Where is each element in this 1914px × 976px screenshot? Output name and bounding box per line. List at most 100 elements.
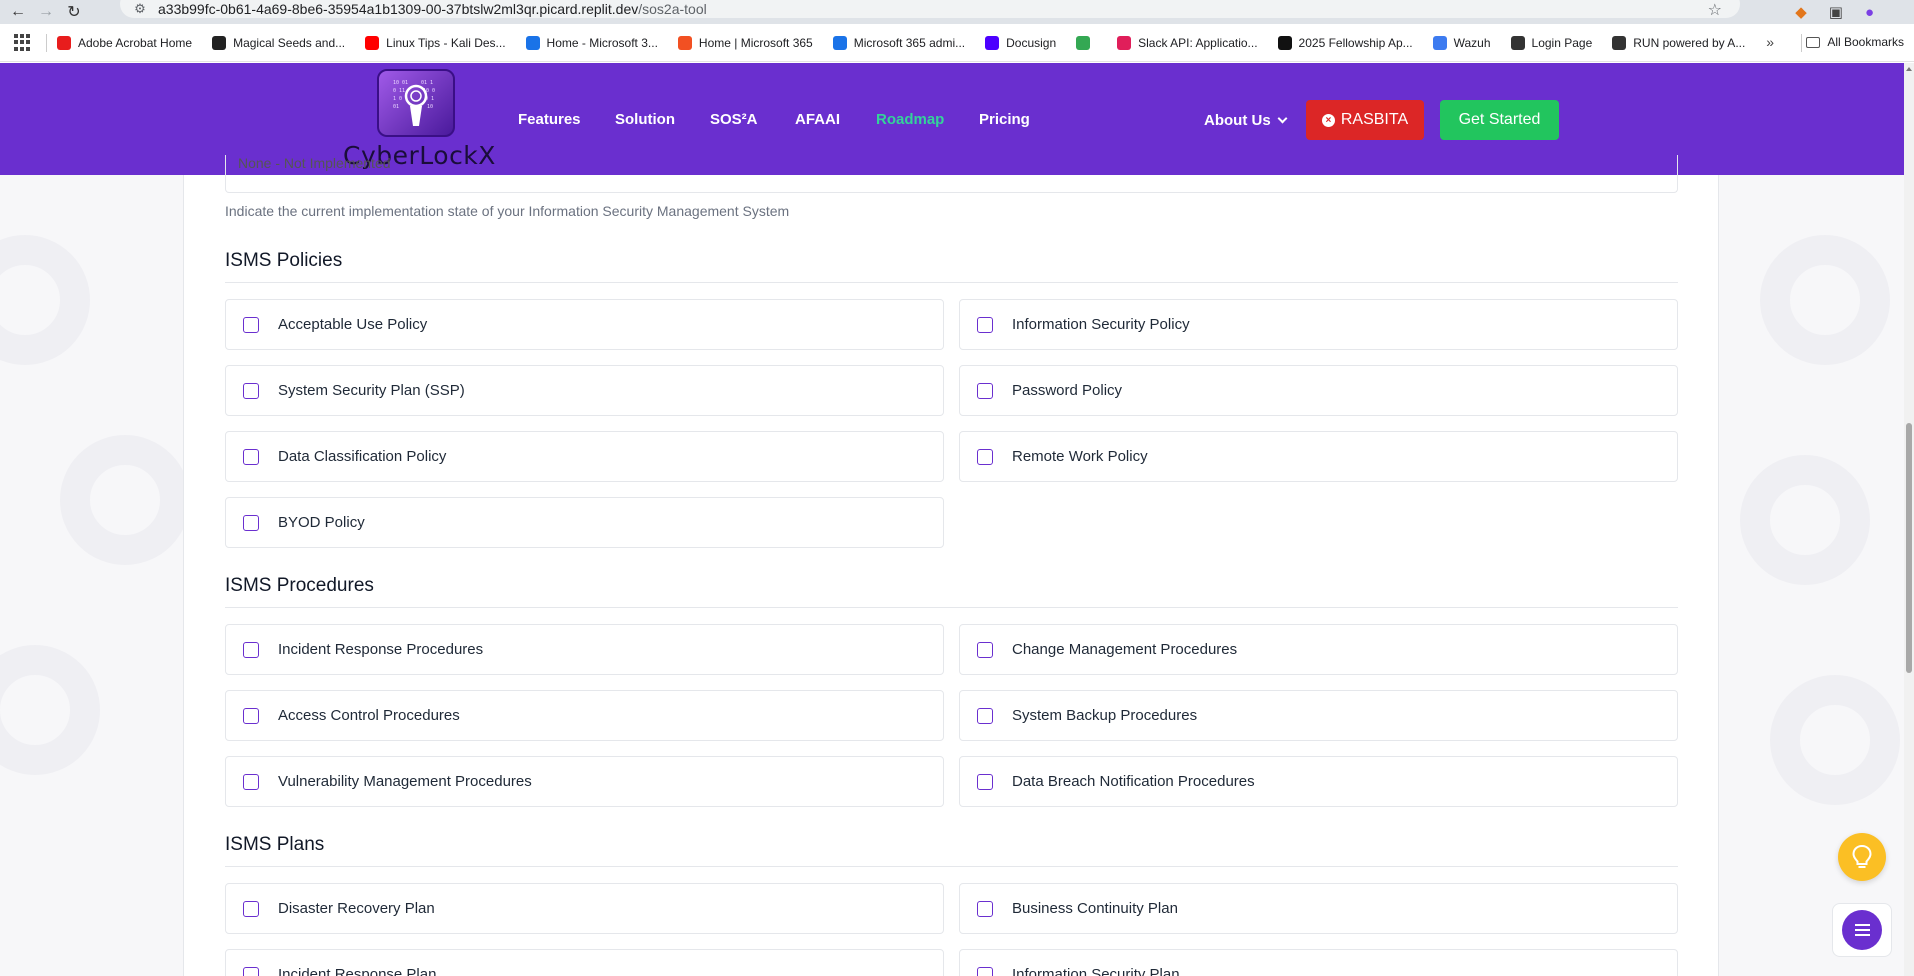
scrollbar-thumb[interactable] bbox=[1906, 423, 1912, 673]
svg-text:1 0: 1 0 bbox=[393, 96, 402, 102]
checkbox[interactable] bbox=[243, 773, 259, 790]
bookmark-star-icon[interactable]: ☆ bbox=[1708, 0, 1722, 20]
bookmark-favicon-icon bbox=[57, 35, 71, 50]
about-us-dropdown[interactable]: About Us bbox=[1204, 112, 1288, 129]
bookmark-favicon-icon bbox=[1277, 35, 1292, 50]
option-label: Data Classification Policy bbox=[278, 448, 447, 465]
bookmark-favicon-icon bbox=[985, 35, 1000, 50]
checkbox[interactable] bbox=[243, 707, 259, 724]
bookmark-item[interactable]: Adobe Acrobat Home bbox=[57, 35, 193, 50]
bookmark-item[interactable] bbox=[1076, 35, 1097, 50]
chat-menu-button[interactable] bbox=[1832, 903, 1892, 957]
bookmark-favicon-icon bbox=[1510, 35, 1525, 50]
checkbox[interactable] bbox=[977, 382, 993, 399]
page-scrollbar[interactable] bbox=[1904, 63, 1914, 976]
checkbox[interactable] bbox=[977, 641, 993, 658]
reload-icon[interactable]: ↻ bbox=[60, 0, 88, 24]
get-started-button[interactable]: Get Started bbox=[1440, 100, 1559, 140]
section-divider bbox=[225, 866, 1678, 867]
svg-text:10 01: 10 01 bbox=[393, 80, 408, 86]
bookmark-item[interactable]: Magical Seeds and... bbox=[212, 35, 345, 50]
checkbox-option[interactable]: Incident Response Plan bbox=[225, 949, 944, 976]
checkbox-option[interactable]: Information Security Policy bbox=[959, 299, 1678, 350]
checkbox[interactable] bbox=[243, 966, 259, 976]
bookmark-item[interactable]: Linux Tips - Kali Des... bbox=[365, 35, 506, 50]
checkbox-option[interactable]: Change Management Procedures bbox=[959, 624, 1678, 675]
checkbox[interactable] bbox=[977, 707, 993, 724]
isms-form-card: None - Not Implemented Indicate the curr… bbox=[183, 155, 1719, 976]
all-bookmarks-button[interactable]: All Bookmarks bbox=[1806, 35, 1904, 49]
checkbox-option[interactable]: Acceptable Use Policy bbox=[225, 299, 944, 350]
checkbox[interactable] bbox=[243, 382, 259, 399]
tips-button[interactable] bbox=[1838, 833, 1886, 881]
checkbox[interactable] bbox=[977, 316, 993, 333]
nav-pricing[interactable]: Pricing bbox=[979, 111, 1030, 128]
checkbox-option[interactable]: Information Security Plan bbox=[959, 949, 1678, 976]
checkbox-option[interactable]: Disaster Recovery Plan bbox=[225, 883, 944, 934]
bookmark-item[interactable]: Slack API: Applicatio... bbox=[1117, 35, 1258, 50]
bookmark-item[interactable]: RUN powered by A... bbox=[1612, 35, 1746, 50]
bookmark-item[interactable]: Microsoft 365 admi... bbox=[832, 35, 966, 50]
nav-solution[interactable]: Solution bbox=[615, 111, 675, 128]
extensions-icon[interactable]: ▣ bbox=[1829, 3, 1843, 21]
nav-roadmap[interactable]: Roadmap bbox=[876, 111, 944, 128]
address-bar[interactable]: ⚙ a33b99fc-0b61-4a69-8be6-35954a1b1309-0… bbox=[120, 0, 1740, 20]
bookmark-item[interactable]: Home - Microsoft 3... bbox=[525, 35, 658, 50]
checkbox-option[interactable]: Vulnerability Management Procedures bbox=[225, 756, 944, 807]
bookmark-item[interactable]: Wazuh bbox=[1432, 35, 1491, 50]
forward-icon[interactable]: → bbox=[32, 0, 60, 24]
checkbox[interactable] bbox=[977, 448, 993, 465]
bookmark-label: Docusign bbox=[1006, 35, 1057, 50]
profile-icon[interactable]: ● bbox=[1865, 4, 1874, 21]
bookmark-favicon-icon bbox=[1076, 35, 1091, 50]
checkbox-option[interactable]: System Security Plan (SSP) bbox=[225, 365, 944, 416]
implementation-state-select[interactable]: None - Not Implemented bbox=[225, 155, 1678, 193]
checkbox-option[interactable]: BYOD Policy bbox=[225, 497, 944, 548]
nav-afaai[interactable]: AFAAI bbox=[795, 111, 840, 128]
bookmark-item[interactable]: Docusign bbox=[985, 35, 1057, 50]
bookmark-label: RUN powered by A... bbox=[1633, 35, 1746, 50]
bookmark-item[interactable]: Home | Microsoft 365 bbox=[677, 35, 813, 50]
checkbox-option[interactable]: Incident Response Procedures bbox=[225, 624, 944, 675]
checkbox-option[interactable]: System Backup Procedures bbox=[959, 690, 1678, 741]
bookmarks-separator bbox=[1801, 34, 1802, 52]
bookmark-label: Adobe Acrobat Home bbox=[78, 35, 193, 50]
bookmark-label: Microsoft 365 admi... bbox=[853, 35, 966, 50]
bookmark-item[interactable]: 2025 Fellowship Ap... bbox=[1277, 35, 1413, 50]
checkbox-option[interactable]: Access Control Procedures bbox=[225, 690, 944, 741]
scroll-up-arrow-icon[interactable] bbox=[1906, 67, 1912, 71]
get-started-label: Get Started bbox=[1458, 111, 1541, 128]
section-divider bbox=[225, 607, 1678, 608]
bookmark-item[interactable]: Login Page bbox=[1510, 35, 1592, 50]
checkbox-option[interactable]: Data Breach Notification Procedures bbox=[959, 756, 1678, 807]
checkbox[interactable] bbox=[243, 448, 259, 465]
section-title-isms-plans: ISMS Plans bbox=[225, 834, 325, 855]
checkbox[interactable] bbox=[243, 900, 259, 917]
url-text[interactable]: a33b99fc-0b61-4a69-8be6-35954a1b1309-00-… bbox=[158, 1, 707, 17]
site-info-icon[interactable]: ⚙ bbox=[132, 1, 148, 17]
checkbox[interactable] bbox=[977, 900, 993, 917]
checkbox[interactable] bbox=[243, 316, 259, 333]
checkbox-option[interactable]: Business Continuity Plan bbox=[959, 883, 1678, 934]
bookmark-favicon-icon bbox=[1612, 35, 1627, 50]
option-label: Password Policy bbox=[1012, 382, 1123, 399]
bookmark-label: Slack API: Applicatio... bbox=[1138, 35, 1258, 50]
more-bookmarks-icon[interactable]: » bbox=[1766, 34, 1774, 50]
apps-grid-icon[interactable] bbox=[14, 33, 32, 52]
checkbox-option[interactable]: Data Classification Policy bbox=[225, 431, 944, 482]
checkbox[interactable] bbox=[243, 514, 259, 531]
checkbox[interactable] bbox=[977, 966, 993, 976]
bookmark-label: 2025 Fellowship Ap... bbox=[1298, 35, 1413, 50]
nav-features[interactable]: Features bbox=[518, 111, 581, 128]
bookmark-favicon-icon bbox=[832, 35, 847, 50]
metamask-extension-icon[interactable]: ◆ bbox=[1795, 3, 1807, 21]
checkbox-option[interactable]: Remote Work Policy bbox=[959, 431, 1678, 482]
checkbox[interactable] bbox=[977, 773, 993, 790]
rasbita-button[interactable]: × RASBITA bbox=[1306, 100, 1424, 140]
back-icon[interactable]: ← bbox=[4, 0, 32, 24]
option-label: Information Security Policy bbox=[1012, 316, 1190, 333]
checkbox[interactable] bbox=[243, 641, 259, 658]
nav-sos2a[interactable]: SOS²A bbox=[710, 111, 758, 128]
checkbox-option[interactable]: Password Policy bbox=[959, 365, 1678, 416]
bookmark-favicon-icon bbox=[525, 35, 540, 50]
